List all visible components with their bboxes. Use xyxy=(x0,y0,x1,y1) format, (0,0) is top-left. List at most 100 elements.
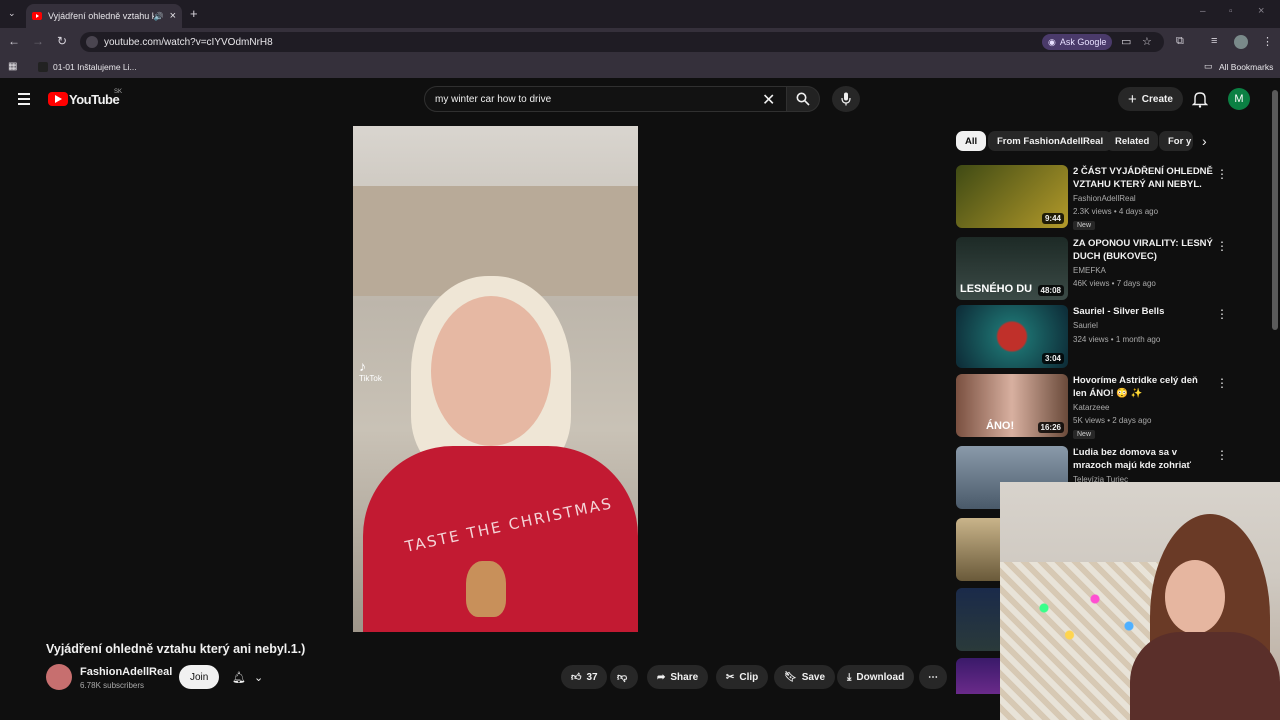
new-badge: New xyxy=(1073,221,1096,230)
chevron-down-icon: ⌄ xyxy=(253,671,264,684)
new-badge: New xyxy=(1073,430,1096,439)
folder-icon: ▭ xyxy=(1204,61,1213,71)
recommendation-channel[interactable]: Katarzeee xyxy=(1073,403,1109,412)
create-button[interactable]: + Create xyxy=(1118,87,1183,111)
recommendation-thumbnail-partial[interactable] xyxy=(956,658,1000,694)
chip-all[interactable]: All xyxy=(956,131,987,151)
bookmark-item[interactable]: 01-01 Inštalujeme Li... xyxy=(53,62,137,72)
duration-badge: 3:04 xyxy=(1041,353,1064,364)
create-label: Create xyxy=(1141,93,1173,105)
chip-for-you[interactable]: For y xyxy=(1159,131,1193,151)
tiktok-label: TikTok xyxy=(359,374,382,383)
page-scrollbar[interactable] xyxy=(1272,90,1278,330)
video-thumbnail[interactable]: 9:44 xyxy=(956,165,1068,228)
microphone-icon xyxy=(841,92,851,106)
recommendation-item[interactable]: LESNÉHO DU 48:08 ZA OPONOU VIRALITY: LES… xyxy=(956,237,1228,301)
more-options-icon[interactable]: ⋮ xyxy=(1216,376,1228,390)
subscription-bell-button[interactable]: 🔔︎ ⌄ xyxy=(226,665,272,689)
video-thumbnail[interactable]: 3:04 xyxy=(956,305,1068,368)
recommendation-channel[interactable]: EMEFKA xyxy=(1073,266,1106,275)
recommendation-item[interactable]: 3:04 Sauriel - Silver Bells Sauriel 324 … xyxy=(956,305,1228,369)
back-icon[interactable]: ← xyxy=(6,34,22,48)
share-icon: ➦ xyxy=(657,671,666,683)
plus-icon: + xyxy=(1128,90,1137,108)
recommendation-channel[interactable]: Sauriel xyxy=(1073,321,1098,330)
video-thumbnail[interactable]: LESNÉHO DU 48:08 xyxy=(956,237,1068,300)
video-thumbnail[interactable]: ÁNO! 16:26 xyxy=(956,374,1068,437)
search-icon xyxy=(796,92,810,106)
save-label: Save xyxy=(801,671,826,683)
dislike-button[interactable]: 👎︎ xyxy=(610,665,638,689)
recommendation-title[interactable]: ZA OPONOU VIRALITY: LESNÝ DUCH (BUKOVEC) xyxy=(1073,237,1213,263)
recommendation-thumbnail-partial[interactable] xyxy=(956,588,1000,651)
recommendation-item[interactable]: ÁNO! 16:26 Hovoríme Astridke celý deň le… xyxy=(956,374,1228,439)
more-options-icon[interactable]: ⋮ xyxy=(1216,307,1228,321)
maximize-icon[interactable]: ▫ xyxy=(1229,6,1233,17)
tiktok-watermark: ♪ TikTok xyxy=(359,358,382,383)
clip-label: Clip xyxy=(739,671,759,683)
youtube-favicon-icon xyxy=(32,12,42,20)
save-button[interactable]: 🔖︎ Save xyxy=(774,665,836,689)
search-input[interactable]: my winter car how to drive xyxy=(424,86,790,112)
tab-close-icon[interactable]: × xyxy=(170,10,176,22)
address-bar[interactable]: youtube.com/watch?v=cIYVOdmNrH8 xyxy=(80,32,1164,52)
browser-tabbar: ⌄ Vyjádření ohledně vztahu k 🔊 × + – ▫ × xyxy=(0,0,1280,28)
bookmark-star-icon[interactable]: ☆ xyxy=(1142,35,1152,48)
minimize-icon[interactable]: – xyxy=(1200,6,1206,17)
channel-name[interactable]: FashionAdellReal xyxy=(80,666,172,678)
bookmarks-bar: ▦ 01-01 Inštalujeme Li... ▭ All Bookmark… xyxy=(0,56,1280,78)
share-label: Share xyxy=(670,671,699,683)
apps-icon[interactable]: ▦ xyxy=(8,61,17,72)
more-options-icon[interactable]: ⋮ xyxy=(1216,167,1228,181)
clear-search-icon[interactable]: ✕ xyxy=(762,90,775,110)
like-button[interactable]: 👍︎ 37 xyxy=(561,665,607,689)
recommendation-channel[interactable]: FashionAdellReal xyxy=(1073,194,1136,203)
recommendation-title[interactable]: Hovoríme Astridke celý deň len ÁNO! 😳 ✨ xyxy=(1073,374,1213,400)
recommendation-title[interactable]: Sauriel - Silver Bells xyxy=(1073,305,1213,318)
recommendation-item[interactable]: 9:44 2 ČÁST VYJÁDŘENÍ OHLEDNĚ VZTAHU KTE… xyxy=(956,165,1228,230)
recommendation-title[interactable]: Ľudia bez domova sa v mrazoch majú kde z… xyxy=(1073,446,1213,472)
all-bookmarks[interactable]: All Bookmarks xyxy=(1219,62,1273,72)
channel-avatar[interactable] xyxy=(46,664,72,690)
join-button[interactable]: Join xyxy=(179,665,220,689)
youtube-logo-text[interactable]: YouTube xyxy=(69,92,120,107)
new-tab-icon[interactable]: + xyxy=(190,6,198,21)
window-close-icon[interactable]: × xyxy=(1258,5,1264,17)
browser-tab[interactable]: Vyjádření ohledně vztahu k 🔊 × xyxy=(26,4,182,28)
youtube-logo-icon[interactable] xyxy=(48,92,68,106)
reload-icon[interactable]: ↻ xyxy=(54,34,70,48)
chevron-right-icon[interactable]: › xyxy=(1202,133,1207,149)
search-button[interactable] xyxy=(786,86,820,112)
media-icon[interactable]: ≡ xyxy=(1211,35,1217,47)
ask-google-button[interactable]: ◉ Ask Google xyxy=(1042,34,1113,50)
more-options-icon[interactable]: ⋮ xyxy=(1216,239,1228,253)
recommendation-meta: 324 views • 1 month ago xyxy=(1073,335,1161,344)
clip-button[interactable]: ✂ Clip xyxy=(716,665,769,689)
video-title: Vyjádření ohledně vztahu který ani nebyl… xyxy=(46,642,306,656)
region-code: SK xyxy=(114,89,123,95)
bookmark-favicon-icon xyxy=(38,62,48,72)
video-player[interactable]: TASTE THE CHRISTMAS xyxy=(353,126,638,632)
webcam-overlay xyxy=(1000,482,1280,720)
share-button[interactable]: ➦ Share xyxy=(647,665,709,689)
browser-profile-avatar[interactable] xyxy=(1234,35,1248,49)
download-label: Download xyxy=(856,671,905,683)
cast-icon[interactable]: ▭ xyxy=(1121,35,1131,48)
voice-search-button[interactable] xyxy=(832,86,860,112)
hamburger-menu-icon[interactable] xyxy=(18,93,30,108)
notifications-bell-icon[interactable] xyxy=(1192,90,1208,108)
chip-related[interactable]: Related xyxy=(1106,131,1159,151)
more-actions-button[interactable]: ⋯ xyxy=(919,665,947,689)
chip-from-channel[interactable]: From FashionAdellReal xyxy=(988,131,1113,151)
download-button[interactable]: ⤓ Download xyxy=(837,665,915,689)
tab-search-icon[interactable]: ⌄ xyxy=(8,8,16,19)
audio-icon[interactable]: 🔊 xyxy=(154,12,164,21)
more-options-icon[interactable]: ⋮ xyxy=(1216,448,1228,462)
recommendation-title[interactable]: 2 ČÁST VYJÁDŘENÍ OHLEDNĚ VZTAHU KTERÝ AN… xyxy=(1073,165,1213,191)
browser-menu-icon[interactable]: ⋮ xyxy=(1262,35,1273,48)
account-avatar[interactable]: M xyxy=(1228,88,1250,110)
recommendation-thumbnail-partial[interactable] xyxy=(956,518,1000,581)
forward-icon[interactable]: → xyxy=(30,34,46,48)
site-info-icon[interactable] xyxy=(86,36,98,48)
extensions-icon[interactable]: ⧉ xyxy=(1176,35,1184,48)
